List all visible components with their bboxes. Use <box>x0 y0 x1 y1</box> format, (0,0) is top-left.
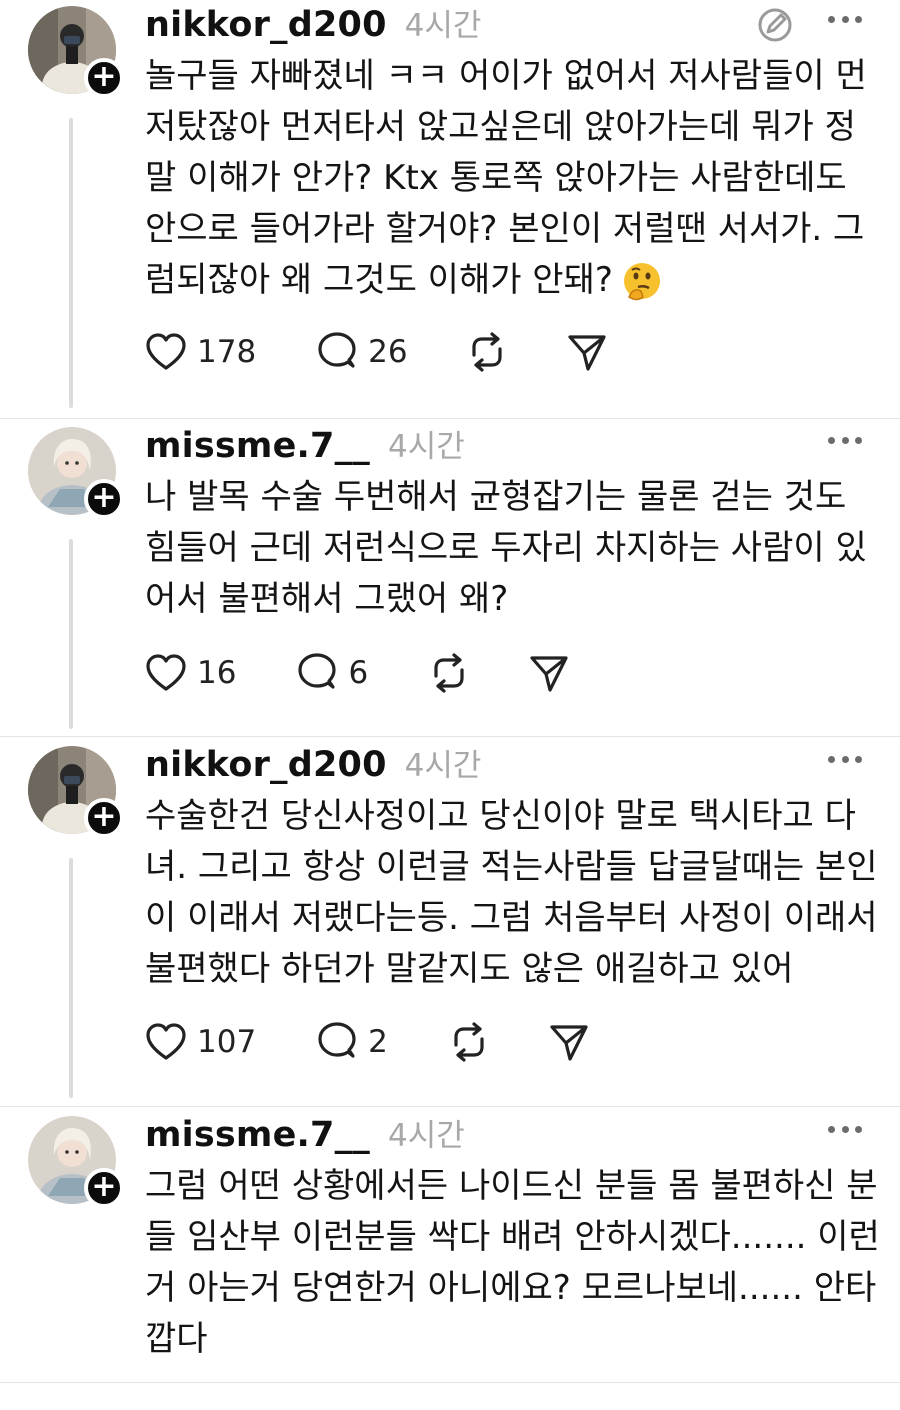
username[interactable]: missme.7__ <box>145 426 370 466</box>
heart-icon <box>146 1023 186 1060</box>
follow-plus-icon[interactable]: + <box>84 58 124 98</box>
repost-icon <box>434 653 464 693</box>
like-button[interactable]: 107 <box>145 1022 256 1062</box>
repost-button[interactable] <box>428 652 470 694</box>
send-icon <box>550 1025 588 1061</box>
comment-button[interactable]: 2 <box>316 1021 388 1063</box>
post-divider <box>0 1382 900 1383</box>
thread-line <box>69 118 73 408</box>
comment-bubble-icon <box>298 653 337 689</box>
share-button[interactable] <box>566 331 608 373</box>
post-text-line: 안으로 들어가라 할거야? 본인이 저럴땐 서서가. 그 <box>145 209 865 249</box>
repost-icon <box>454 1022 484 1062</box>
post-text-line: 저탔잖아 먼저타서 앉고싶은데 앉아가는데 뭐가 정 <box>145 107 856 147</box>
like-button[interactable]: 16 <box>145 653 236 693</box>
send-icon <box>530 656 568 692</box>
follow-plus-icon[interactable]: + <box>84 1168 124 1208</box>
post-text-line: 거 아는거 당연한거 아니에요? 모르나보네...... 안타 <box>145 1268 877 1308</box>
post-text-line: 놀구들 자빠졌네 ㅋㅋ 어이가 없어서 저사람들이 먼 <box>145 56 867 96</box>
comment-count: 2 <box>368 1024 388 1060</box>
username[interactable]: missme.7__ <box>145 1115 370 1155</box>
comment-bubble-icon <box>318 1022 356 1058</box>
send-icon <box>568 335 606 371</box>
post-text-line: 힘들어 근데 저런식으로 두자리 차지하는 사람이 있 <box>145 528 867 568</box>
more-dots-icon[interactable] <box>828 756 862 766</box>
username[interactable]: nikkor_d200 <box>145 745 387 785</box>
username[interactable]: nikkor_d200 <box>145 5 387 45</box>
thinking-face-emoji <box>623 262 660 300</box>
follow-plus-icon[interactable]: + <box>84 479 124 519</box>
comment-count: 6 <box>348 655 369 691</box>
post-text-line: 들 임산부 이런분들 싹다 배려 안하시겠다....... 이런 <box>145 1217 880 1257</box>
avatar-nikkor[interactable]: + <box>28 746 124 838</box>
thread-line <box>69 539 73 729</box>
avatar-nikkor[interactable]: + <box>28 6 124 98</box>
like-count: 178 <box>197 334 257 370</box>
post-text-line: 불편했다 하던가 말같지도 않은 애길하고 있어 <box>145 949 794 989</box>
avatar-missme[interactable]: + <box>28 427 124 519</box>
more-dots-icon[interactable] <box>828 1126 862 1136</box>
post-text-line: 나 발목 수술 두번해서 균형잡기는 물론 걷는 것도 <box>145 477 847 517</box>
like-count: 16 <box>197 655 237 691</box>
post-text-line: 그럼 어떤 상황에서든 나이드신 분들 몸 불편하신 분 <box>145 1166 878 1206</box>
post-text-line: 어서 불편해서 그랬어 왜? <box>145 579 509 619</box>
timestamp: 4시간 <box>404 8 482 44</box>
post-divider <box>0 418 900 419</box>
post-text-line: 럼되잖아 왜 그것도 이해가 안돼? <box>145 260 613 300</box>
thread-line <box>69 858 73 1098</box>
share-button[interactable] <box>548 1021 590 1063</box>
post-text-line: 말 이해가 안가? Ktx 통로쪽 앉아가는 사람한데도 <box>145 158 847 198</box>
heart-icon <box>146 333 186 370</box>
post-text-line: 녀. 그리고 항상 이런글 적는사람들 답글달때는 본인 <box>145 847 878 887</box>
timestamp: 4시간 <box>388 1118 465 1154</box>
like-count: 107 <box>197 1024 257 1060</box>
more-dots-icon[interactable] <box>828 16 862 26</box>
comment-bubble-icon <box>318 332 356 368</box>
post-divider <box>0 1106 900 1107</box>
like-button[interactable]: 178 <box>145 332 256 372</box>
post-text-line: 수술한건 당신사정이고 당신이야 말로 택시타고 다 <box>145 796 856 836</box>
post-text-line: 깝다 <box>145 1319 208 1359</box>
timestamp: 4시간 <box>404 748 482 784</box>
more-dots-icon[interactable] <box>828 437 862 447</box>
comment-count: 26 <box>368 334 408 370</box>
share-button[interactable] <box>528 652 570 694</box>
heart-icon <box>146 654 186 691</box>
repost-button[interactable] <box>466 331 508 373</box>
timestamp: 4시간 <box>388 429 465 465</box>
repost-icon <box>472 332 502 372</box>
post-text-line: 이 이래서 저랬다는등. 그럼 처음부터 사정이 이래서 <box>145 898 878 938</box>
post-divider <box>0 736 900 737</box>
edit-pencil-icon[interactable] <box>756 6 794 44</box>
comment-button[interactable]: 6 <box>296 652 368 694</box>
repost-button[interactable] <box>448 1021 490 1063</box>
follow-plus-icon[interactable]: + <box>84 798 124 838</box>
avatar-missme[interactable]: + <box>28 1116 124 1208</box>
comment-button[interactable]: 26 <box>316 331 408 373</box>
